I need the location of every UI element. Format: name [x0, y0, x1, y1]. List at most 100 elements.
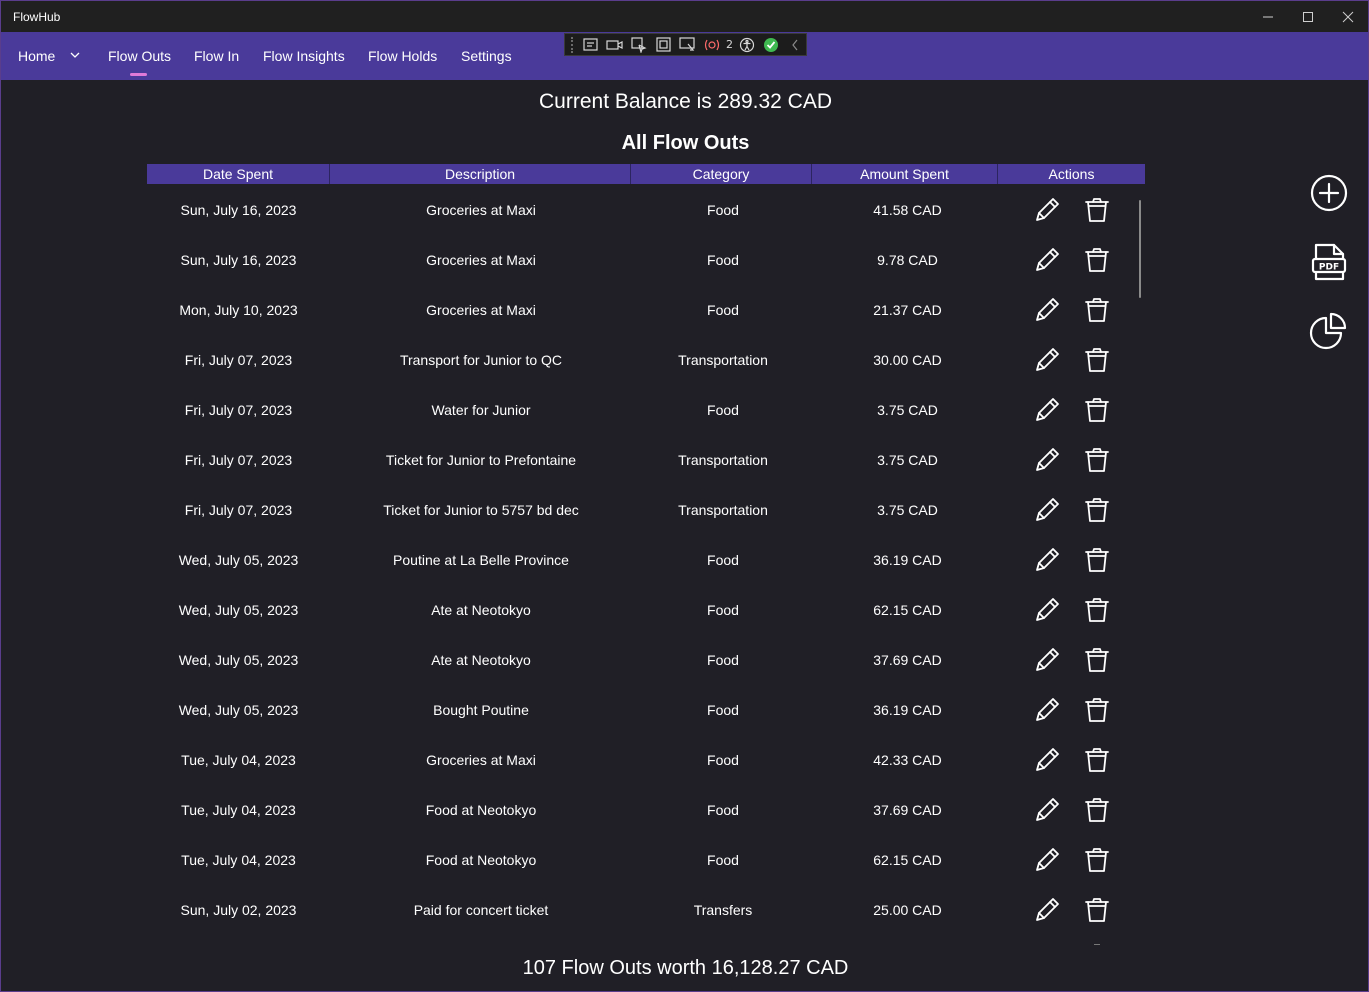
- table-row[interactable]: Mon, July 10, 2023 Groceries at Maxi Foo…: [147, 286, 1145, 336]
- table-row[interactable]: Sun, July 16, 2023 Groceries at Maxi Foo…: [147, 236, 1145, 286]
- delete-button[interactable]: [1083, 796, 1111, 824]
- edit-button[interactable]: [1033, 646, 1061, 674]
- table-row[interactable]: Tue, July 04, 2023 Food at Neotokyo Food…: [147, 836, 1145, 886]
- pencil-icon: [1036, 248, 1059, 271]
- amount-cell: 42.33 CAD: [873, 752, 942, 768]
- delete-button[interactable]: [1083, 396, 1111, 424]
- delete-button[interactable]: [1083, 596, 1111, 624]
- section-title: All Flow Outs: [621, 132, 750, 154]
- display-layout-icon[interactable]: [653, 36, 674, 54]
- table-row[interactable]: Tue, July 04, 2023 Food at Neotokyo Food…: [147, 786, 1145, 836]
- date-cell: Sun, July 02, 2023: [180, 902, 297, 918]
- column-header-date[interactable]: Date Spent: [147, 164, 330, 184]
- toolbar-grip[interactable]: [571, 36, 577, 53]
- category-cell: Food: [707, 752, 739, 768]
- column-header-description[interactable]: Description: [330, 164, 631, 184]
- column-header-amount[interactable]: Amount Spent: [812, 164, 998, 184]
- binding-failures-icon[interactable]: [702, 36, 723, 54]
- trash-icon: [1085, 798, 1109, 822]
- edit-button[interactable]: [1033, 396, 1061, 424]
- amount-cell: 36.19 CAD: [873, 552, 942, 568]
- table-row[interactable]: Sun, July 16, 2023 Groceries at Maxi Foo…: [147, 186, 1145, 236]
- description-cell: Groceries at Maxi: [426, 202, 536, 218]
- delete-button[interactable]: [1083, 446, 1111, 474]
- accessibility-icon[interactable]: [736, 36, 757, 54]
- table-header: Date Spent Description Category Amount S…: [147, 164, 1145, 184]
- description-cell: Groceries at Maxi: [426, 302, 536, 318]
- delete-button[interactable]: [1083, 746, 1111, 774]
- edit-button[interactable]: [1033, 696, 1061, 724]
- maximize-button[interactable]: [1288, 1, 1328, 32]
- description-cell: Ate at Neotokyo: [431, 652, 531, 668]
- edit-button[interactable]: [1033, 596, 1061, 624]
- live-visual-tree-icon[interactable]: [580, 36, 601, 54]
- collapse-toolbar-icon[interactable]: [785, 36, 806, 54]
- delete-button[interactable]: [1083, 346, 1111, 374]
- column-header-category[interactable]: Category: [631, 164, 812, 184]
- minimize-button[interactable]: [1248, 1, 1288, 32]
- edit-button[interactable]: [1033, 296, 1061, 324]
- table-row[interactable]: Fri, July 07, 2023 Ticket for Junior to …: [147, 436, 1145, 486]
- edit-button[interactable]: [1033, 796, 1061, 824]
- table-row[interactable]: Tue, July 04, 2023 Groceries at Maxi Foo…: [147, 736, 1145, 786]
- edit-button[interactable]: [1033, 896, 1061, 924]
- delete-button[interactable]: [1083, 196, 1111, 224]
- date-cell: Fri, July 07, 2023: [184, 352, 293, 368]
- select-element-icon[interactable]: [629, 36, 650, 54]
- category-cell: Food: [707, 302, 739, 318]
- flow-outs-table[interactable]: Sun, July 16, 2023 Groceries at Maxi Foo…: [147, 186, 1145, 943]
- edit-button[interactable]: [1033, 546, 1061, 574]
- insights-chart-button[interactable]: [1307, 308, 1351, 352]
- delete-button[interactable]: [1083, 846, 1111, 874]
- edit-button[interactable]: [1033, 246, 1061, 274]
- minimize-icon: [1263, 16, 1273, 17]
- table-row[interactable]: Wed, July 05, 2023 Ate at Neotokyo Food …: [147, 636, 1145, 686]
- date-cell: Wed, July 05, 2023: [178, 552, 299, 568]
- export-pdf-button[interactable]: PDF: [1307, 241, 1351, 285]
- app-title: FlowHub: [13, 9, 61, 24]
- amount-cell: 9.78 CAD: [877, 252, 938, 268]
- nav-item-flow-insights[interactable]: Flow Insights: [263, 32, 345, 80]
- scroll-indicator: [1094, 944, 1100, 945]
- add-flow-out-button[interactable]: [1307, 171, 1351, 215]
- table-row[interactable]: Wed, July 05, 2023 Bought Poutine Food 3…: [147, 686, 1145, 736]
- trash-icon: [1085, 598, 1109, 622]
- delete-button[interactable]: [1083, 546, 1111, 574]
- delete-button[interactable]: [1083, 246, 1111, 274]
- trash-icon: [1085, 248, 1109, 272]
- delete-button[interactable]: [1083, 296, 1111, 324]
- pencil-icon: [1036, 198, 1059, 221]
- nav-item-flow-in[interactable]: Flow In: [194, 32, 239, 80]
- hot-reload-ok-icon[interactable]: [760, 36, 781, 54]
- table-row[interactable]: Fri, July 07, 2023 Water for Junior Food…: [147, 386, 1145, 436]
- date-cell: Sun, July 16, 2023: [180, 252, 297, 268]
- table-row[interactable]: Fri, July 07, 2023 Ticket for Junior to …: [147, 486, 1145, 536]
- edit-button[interactable]: [1033, 196, 1061, 224]
- table-row[interactable]: Wed, July 05, 2023 Ate at Neotokyo Food …: [147, 586, 1145, 636]
- category-cell: Transportation: [678, 502, 768, 518]
- delete-button[interactable]: [1083, 696, 1111, 724]
- table-row[interactable]: Sun, July 02, 2023 Paid for concert tick…: [147, 886, 1145, 936]
- camera-icon[interactable]: [604, 36, 625, 54]
- description-cell: Ticket for Junior to Prefontaine: [385, 452, 577, 468]
- delete-button[interactable]: [1083, 646, 1111, 674]
- close-window-button[interactable]: [1328, 1, 1368, 32]
- delete-button[interactable]: [1083, 896, 1111, 924]
- date-cell: Tue, July 04, 2023: [181, 752, 296, 768]
- chevron-down-icon[interactable]: [69, 50, 81, 60]
- edit-button[interactable]: [1033, 496, 1061, 524]
- edit-button[interactable]: [1033, 746, 1061, 774]
- edit-button[interactable]: [1033, 846, 1061, 874]
- edit-button[interactable]: [1033, 446, 1061, 474]
- amount-cell: 41.58 CAD: [873, 202, 942, 218]
- nav-item-flow-holds[interactable]: Flow Holds: [368, 32, 437, 80]
- table-row[interactable]: Fri, July 07, 2023 Transport for Junior …: [147, 336, 1145, 386]
- nav-item-settings[interactable]: Settings: [461, 32, 512, 80]
- track-focus-icon[interactable]: [677, 36, 698, 54]
- pencil-icon: [1036, 798, 1059, 821]
- table-scrollbar[interactable]: [1139, 200, 1141, 298]
- table-row[interactable]: Wed, July 05, 2023 Poutine at La Belle P…: [147, 536, 1145, 586]
- nav-item-home[interactable]: Home: [18, 32, 55, 80]
- delete-button[interactable]: [1083, 496, 1111, 524]
- edit-button[interactable]: [1033, 346, 1061, 374]
